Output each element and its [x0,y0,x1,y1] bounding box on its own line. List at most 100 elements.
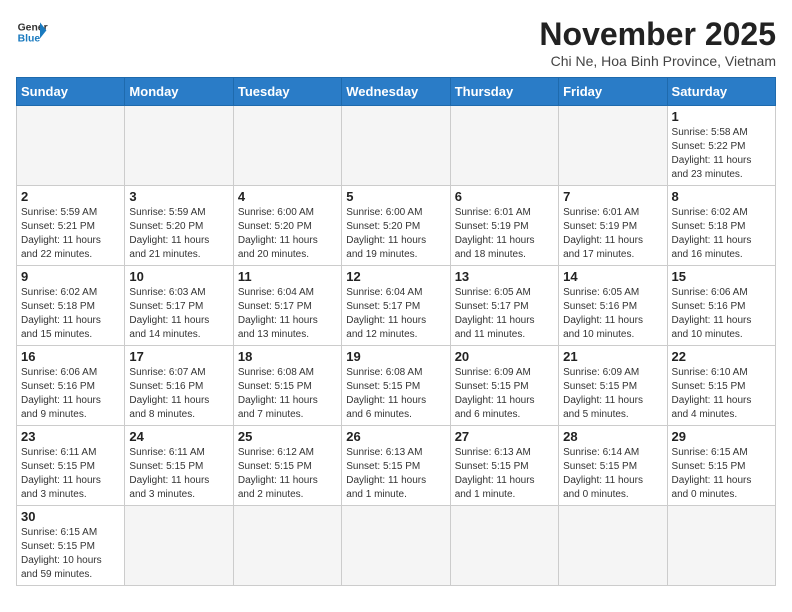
calendar-day: 14Sunrise: 6:05 AM Sunset: 5:16 PM Dayli… [559,266,667,346]
calendar-day: 17 Sunrise: 6:07 AM Sunset: 5:16 PM Dayli… [125,346,233,426]
calendar-day: 7Sunrise: 6:01 AM Sunset: 5:19 PM Daylig… [559,186,667,266]
day-number: 1 [672,109,771,124]
day-number: 9 [21,269,120,284]
day-info: Sunrise: 5:58 AM Sunset: 5:22 PM Dayligh… [672,126,771,182]
weekday-header-monday: Monday [125,78,233,106]
day-info: Sunrise: 6:12 AM Sunset: 5:15 PM Dayligh… [238,446,337,502]
day-number: 27 [455,429,554,444]
weekday-header-tuesday: Tuesday [233,78,341,106]
day-info: Sunrise: 6:15 AM Sunset: 5:15 PM Dayligh… [672,446,771,502]
day-number: 24 [129,429,228,444]
day-number: 28 [563,429,662,444]
calendar-day: 20 Sunrise: 6:09 AM Sunset: 5:15 PM Dayli… [450,346,558,426]
title-section: November 2025 Chi Ne, Hoa Binh Province,… [539,16,776,69]
day-number: 23 [21,429,120,444]
calendar-day [125,106,233,186]
day-info: Sunrise: 6:05 AM Sunset: 5:16 PM Dayligh… [563,286,662,342]
day-info: Sunrise: 6:01 AM Sunset: 5:19 PM Dayligh… [563,206,662,262]
calendar-day: 29 Sunrise: 6:15 AM Sunset: 5:15 PM Dayli… [667,426,775,506]
day-number: 18 [238,349,337,364]
calendar-day: 24Sunrise: 6:11 AM Sunset: 5:15 PM Dayli… [125,426,233,506]
calendar-day: 23 Sunrise: 6:11 AM Sunset: 5:15 PM Dayli… [17,426,125,506]
calendar-day: 22Sunrise: 6:10 AM Sunset: 5:15 PM Dayli… [667,346,775,426]
day-number: 2 [21,189,120,204]
day-number: 19 [346,349,445,364]
day-info: Sunrise: 6:11 AM Sunset: 5:15 PM Dayligh… [21,446,120,502]
day-info: Sunrise: 6:00 AM Sunset: 5:20 PM Dayligh… [346,206,445,262]
day-info: Sunrise: 6:09 AM Sunset: 5:15 PM Dayligh… [455,366,554,422]
weekday-header-row: SundayMondayTuesdayWednesdayThursdayFrid… [17,78,776,106]
calendar-day: 26 Sunrise: 6:13 AM Sunset: 5:15 PM Dayli… [342,426,450,506]
day-info: Sunrise: 6:02 AM Sunset: 5:18 PM Dayligh… [21,286,120,342]
day-info: Sunrise: 6:13 AM Sunset: 5:15 PM Dayligh… [346,446,445,502]
calendar-day-empty [559,506,667,586]
day-number: 5 [346,189,445,204]
day-number: 26 [346,429,445,444]
calendar-day: 3Sunrise: 5:59 AM Sunset: 5:20 PM Daylig… [125,186,233,266]
day-number: 16 [21,349,120,364]
day-info: Sunrise: 6:06 AM Sunset: 5:16 PM Dayligh… [21,366,120,422]
day-info: Sunrise: 6:07 AM Sunset: 5:16 PM Dayligh… [129,366,228,422]
weekday-header-friday: Friday [559,78,667,106]
day-info: Sunrise: 6:14 AM Sunset: 5:15 PM Dayligh… [563,446,662,502]
weekday-header-thursday: Thursday [450,78,558,106]
calendar-day: 28 Sunrise: 6:14 AM Sunset: 5:15 PM Dayli… [559,426,667,506]
calendar-day: 25 Sunrise: 6:12 AM Sunset: 5:15 PM Dayli… [233,426,341,506]
day-number: 8 [672,189,771,204]
svg-text:Blue: Blue [18,34,41,45]
day-info: Sunrise: 6:15 AM Sunset: 5:15 PM Dayligh… [21,526,120,582]
day-number: 4 [238,189,337,204]
day-number: 12 [346,269,445,284]
calendar-day: 5 Sunrise: 6:00 AM Sunset: 5:20 PM Daylig… [342,186,450,266]
day-info: Sunrise: 6:08 AM Sunset: 5:15 PM Dayligh… [238,366,337,422]
calendar-day: 27 Sunrise: 6:13 AM Sunset: 5:15 PM Dayli… [450,426,558,506]
day-number: 20 [455,349,554,364]
calendar-day [559,106,667,186]
day-info: Sunrise: 6:13 AM Sunset: 5:15 PM Dayligh… [455,446,554,502]
calendar-day: 16 Sunrise: 6:06 AM Sunset: 5:16 PM Dayli… [17,346,125,426]
calendar-row: 16 Sunrise: 6:06 AM Sunset: 5:16 PM Dayli… [17,346,776,426]
calendar-day [233,106,341,186]
day-info: Sunrise: 6:04 AM Sunset: 5:17 PM Dayligh… [238,286,337,342]
calendar-day: 30 Sunrise: 6:15 AM Sunset: 5:15 PM Dayli… [17,506,125,586]
location: Chi Ne, Hoa Binh Province, Vietnam [539,53,776,69]
calendar-day: 11Sunrise: 6:04 AM Sunset: 5:17 PM Dayli… [233,266,341,346]
day-number: 25 [238,429,337,444]
calendar-day: 18 Sunrise: 6:08 AM Sunset: 5:15 PM Dayli… [233,346,341,426]
day-info: Sunrise: 6:02 AM Sunset: 5:18 PM Dayligh… [672,206,771,262]
calendar-table: SundayMondayTuesdayWednesdayThursdayFrid… [16,77,776,586]
day-number: 6 [455,189,554,204]
calendar-row: 23 Sunrise: 6:11 AM Sunset: 5:15 PM Dayli… [17,426,776,506]
day-number: 29 [672,429,771,444]
calendar-day: 21Sunrise: 6:09 AM Sunset: 5:15 PM Dayli… [559,346,667,426]
calendar-day: 10Sunrise: 6:03 AM Sunset: 5:17 PM Dayli… [125,266,233,346]
calendar-row: 1 Sunrise: 5:58 AM Sunset: 5:22 PM Daylig… [17,106,776,186]
calendar-day: 2 Sunrise: 5:59 AM Sunset: 5:21 PM Daylig… [17,186,125,266]
weekday-header-saturday: Saturday [667,78,775,106]
calendar-day-empty [233,506,341,586]
calendar-day-empty [667,506,775,586]
day-info: Sunrise: 6:03 AM Sunset: 5:17 PM Dayligh… [129,286,228,342]
day-info: Sunrise: 6:10 AM Sunset: 5:15 PM Dayligh… [672,366,771,422]
page-header: General Blue November 2025 Chi Ne, Hoa B… [16,16,776,69]
calendar-day: 6Sunrise: 6:01 AM Sunset: 5:19 PM Daylig… [450,186,558,266]
calendar-row: 2 Sunrise: 5:59 AM Sunset: 5:21 PM Daylig… [17,186,776,266]
month-title: November 2025 [539,16,776,53]
day-number: 30 [21,509,120,524]
calendar-day: 4 Sunrise: 6:00 AM Sunset: 5:20 PM Daylig… [233,186,341,266]
weekday-header-sunday: Sunday [17,78,125,106]
day-info: Sunrise: 5:59 AM Sunset: 5:21 PM Dayligh… [21,206,120,262]
calendar-day: 1 Sunrise: 5:58 AM Sunset: 5:22 PM Daylig… [667,106,775,186]
calendar-day: 13Sunrise: 6:05 AM Sunset: 5:17 PM Dayli… [450,266,558,346]
calendar-day: 8 Sunrise: 6:02 AM Sunset: 5:18 PM Daylig… [667,186,775,266]
day-info: Sunrise: 6:00 AM Sunset: 5:20 PM Dayligh… [238,206,337,262]
day-info: Sunrise: 6:04 AM Sunset: 5:17 PM Dayligh… [346,286,445,342]
calendar-day-empty [125,506,233,586]
day-info: Sunrise: 6:05 AM Sunset: 5:17 PM Dayligh… [455,286,554,342]
day-number: 17 [129,349,228,364]
calendar-row: 30 Sunrise: 6:15 AM Sunset: 5:15 PM Dayli… [17,506,776,586]
day-info: Sunrise: 6:06 AM Sunset: 5:16 PM Dayligh… [672,286,771,342]
calendar-row: 9 Sunrise: 6:02 AM Sunset: 5:18 PM Daylig… [17,266,776,346]
calendar-day [342,106,450,186]
calendar-day: 19Sunrise: 6:08 AM Sunset: 5:15 PM Dayli… [342,346,450,426]
